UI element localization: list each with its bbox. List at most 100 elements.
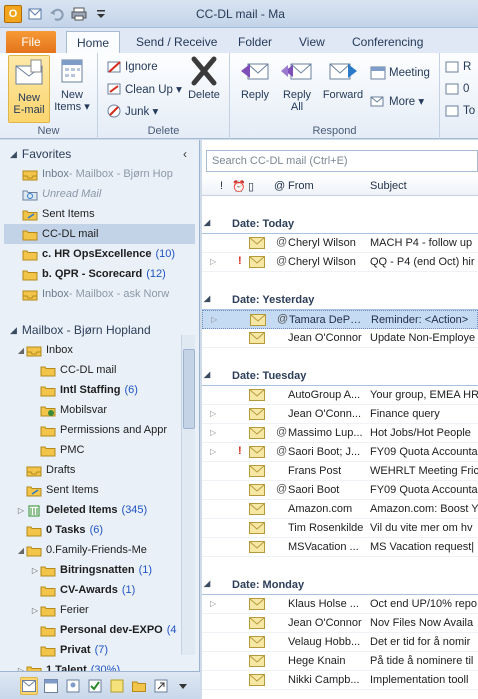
new-items-button[interactable]: New Items ▾	[52, 55, 92, 113]
message-row[interactable]: ▷ @ Massimo Lup... Hot Jobs/Hot People	[202, 424, 478, 443]
customize-qat-icon[interactable]	[92, 5, 110, 23]
message-row[interactable]: Amazon.com Amazon.com: Boost Y	[202, 500, 478, 519]
message-row[interactable]: @ Saori Boot FY09 Quota Accounta	[202, 481, 478, 500]
more-button[interactable]: More ▾	[370, 93, 424, 109]
quickstep-2[interactable]: 0	[444, 81, 469, 97]
favorite-folder-item[interactable]: Inbox - Mailbox - ask Norw	[4, 284, 195, 304]
folder-item[interactable]: CC-DL mail	[4, 360, 195, 380]
nav-scrollbar-thumb[interactable]	[183, 349, 195, 429]
attachment-column-icon[interactable]: @	[274, 180, 285, 192]
message-row[interactable]: ▷ @ Tamara DePo... Reminder: <Action>	[202, 310, 478, 329]
from-column-header[interactable]: From	[288, 180, 314, 192]
reminder-column-icon[interactable]: ⏰	[232, 180, 246, 193]
message-row[interactable]: AutoGroup A... Your group, EMEA HR	[202, 386, 478, 405]
meeting-button[interactable]: Meeting	[370, 65, 430, 81]
tab-folder[interactable]: Folder	[228, 31, 282, 53]
folder-item[interactable]: Permissions and Appr	[4, 420, 195, 440]
collapse-triangle-icon[interactable]: ◢	[10, 325, 17, 336]
favorites-header[interactable]: ◢ Favorites	[4, 144, 195, 164]
folder-item[interactable]: CV-Awards (1)	[4, 580, 195, 600]
conversation-expand-icon[interactable]: ▷	[210, 599, 216, 608]
expand-toggle-icon[interactable]: ▷	[30, 566, 40, 575]
delete-button[interactable]: Delete	[184, 55, 224, 101]
shortcuts-icon[interactable]	[152, 677, 170, 695]
folder-item[interactable]: ▷ Ferier	[4, 600, 195, 620]
folder-item[interactable]: Privat (7)	[4, 640, 195, 660]
undo-icon[interactable]	[48, 5, 66, 23]
date-group-header[interactable]: ◢ Date: Monday	[202, 575, 478, 595]
group-collapse-icon[interactable]: ◢	[204, 218, 210, 227]
message-row[interactable]: ▷! @ Cheryl Wilson QQ - P4 (end Oct) hir	[202, 253, 478, 272]
message-row[interactable]: ▷! @ Saori Boot; J... FY09 Quota Accounta	[202, 443, 478, 462]
tab-view[interactable]: View	[289, 31, 335, 53]
tasks-icon[interactable]	[86, 677, 104, 695]
junk-button[interactable]: Junk ▾	[106, 103, 158, 119]
send-receive-icon[interactable]	[26, 5, 44, 23]
mailbox-header[interactable]: ◢ Mailbox - Bjørn Hopland	[4, 320, 195, 340]
importance-column-icon[interactable]: !	[220, 180, 223, 192]
conversation-expand-icon[interactable]: ▷	[210, 257, 216, 266]
calendar-icon[interactable]	[42, 677, 60, 695]
contacts-icon[interactable]	[64, 677, 82, 695]
tab-conferencing[interactable]: Conferencing	[342, 31, 433, 53]
folder-item[interactable]: ▷ Deleted Items (345)	[4, 500, 195, 520]
expand-toggle-icon[interactable]: ◢	[16, 346, 26, 355]
folder-item[interactable]: Personal dev-EXPO (4	[4, 620, 195, 640]
conversation-expand-icon[interactable]: ▷	[210, 447, 216, 456]
nav-scrollbar[interactable]	[181, 335, 195, 655]
message-row[interactable]: @ Cheryl Wilson MACH P4 - follow up	[202, 234, 478, 253]
group-collapse-icon[interactable]: ◢	[204, 579, 210, 588]
folder-item[interactable]: Sent Items	[4, 480, 195, 500]
favorite-folder-item[interactable]: c. HR OpsExcellence (10)	[4, 244, 195, 264]
date-group-header[interactable]: ◢ Date: Yesterday	[202, 290, 478, 310]
folder-item[interactable]: PMC	[4, 440, 195, 460]
subject-column-header[interactable]: Subject	[370, 180, 407, 192]
minimize-nav-pane-icon[interactable]: ‹	[183, 147, 187, 161]
reply-button[interactable]: Reply	[236, 55, 274, 101]
message-row[interactable]: Jean O'Connor Nov Files Now Availa	[202, 614, 478, 633]
favorite-folder-item[interactable]: Inbox - Mailbox - Bjørn Hop	[4, 164, 195, 184]
search-input[interactable]: Search CC-DL mail (Ctrl+E)	[206, 150, 478, 172]
cleanup-button[interactable]: Clean Up ▾	[106, 81, 182, 97]
group-collapse-icon[interactable]: ◢	[204, 294, 210, 303]
collapse-triangle-icon[interactable]: ◢	[10, 149, 17, 160]
message-row[interactable]: Frans Post WEHRLT Meeting Fric	[202, 462, 478, 481]
configure-buttons-icon[interactable]	[174, 677, 192, 695]
folder-item[interactable]: Drafts	[4, 460, 195, 480]
favorite-folder-item[interactable]: Sent Items	[4, 204, 195, 224]
message-row[interactable]: Velaug Hobb... Det er tid for å nomir	[202, 633, 478, 652]
message-row[interactable]: Jean O'Connor Update Non-Employe	[202, 329, 478, 348]
new-email-button[interactable]: New E-mail	[8, 55, 50, 123]
notes-icon[interactable]	[108, 677, 126, 695]
message-row[interactable]: MSVacation ... MS Vacation request|	[202, 538, 478, 557]
expand-toggle-icon[interactable]: ▷	[30, 606, 40, 615]
group-collapse-icon[interactable]: ◢	[204, 370, 210, 379]
tab-file[interactable]: File	[6, 31, 56, 53]
reply-all-button[interactable]: Reply All	[278, 55, 316, 113]
folder-item[interactable]: 0 Tasks (6)	[4, 520, 195, 540]
folder-item[interactable]: ◢ 0.Family-Friends-Me	[4, 540, 195, 560]
folder-item[interactable]: ▷ Bitringsnatten (1)	[4, 560, 195, 580]
outlook-app-icon[interactable]: O	[4, 5, 22, 23]
message-row[interactable]: Tim Rosenkilde Vil du vite mer om hv	[202, 519, 478, 538]
tab-send-receive[interactable]: Send / Receive	[126, 31, 227, 53]
icon-column-icon[interactable]: ▯	[248, 180, 254, 193]
expand-toggle-icon[interactable]: ◢	[16, 546, 26, 555]
folder-item[interactable]: Intl Staffing (6)	[4, 380, 195, 400]
print-icon[interactable]	[70, 5, 88, 23]
mail-icon[interactable]	[20, 676, 38, 695]
message-row[interactable]: Nikki Campb... Implementation tooll	[202, 671, 478, 690]
date-group-header[interactable]: ◢ Date: Today	[202, 214, 478, 234]
message-row[interactable]: ▷ Jean O'Conn... Finance query	[202, 405, 478, 424]
date-group-header[interactable]: ◢ Date: Tuesday	[202, 366, 478, 386]
folder-list-icon[interactable]	[130, 677, 148, 695]
folder-item[interactable]: Mobilsvar	[4, 400, 195, 420]
message-row[interactable]: Hege Knain På tide å nominere til	[202, 652, 478, 671]
conversation-expand-icon[interactable]: ▷	[210, 409, 216, 418]
quickstep-3[interactable]: To	[444, 103, 475, 119]
expand-toggle-icon[interactable]: ▷	[16, 506, 26, 515]
message-row[interactable]: ▷ Klaus Holse ... Oct end UP/10% repo	[202, 595, 478, 614]
conversation-expand-icon[interactable]: ▷	[210, 428, 216, 437]
folder-item[interactable]: ◢ Inbox	[4, 340, 195, 360]
favorite-folder-item[interactable]: b. QPR - Scorecard (12)	[4, 264, 195, 284]
